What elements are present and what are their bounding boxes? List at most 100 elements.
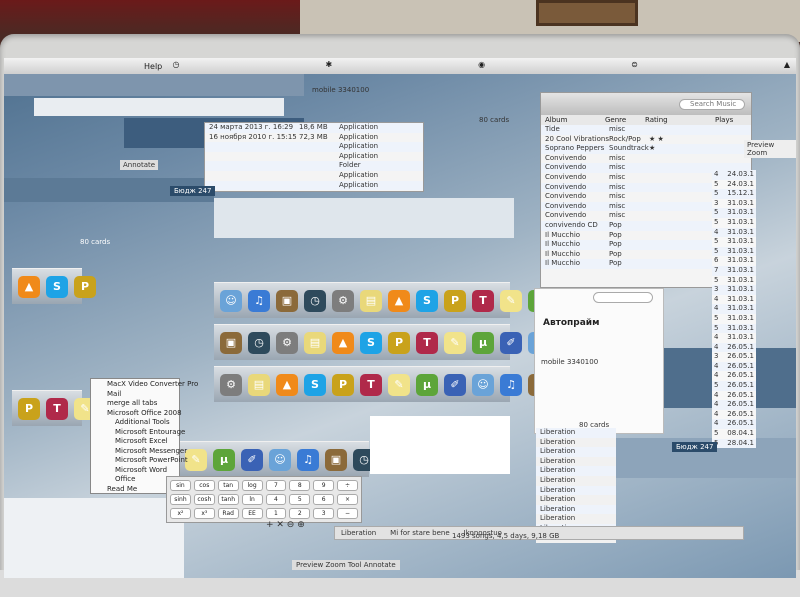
calc-key[interactable]: Rad [217,508,239,519]
menu-item[interactable]: Microsoft Entourage [91,427,185,437]
liberation-row[interactable]: Liberation [536,457,616,467]
col-plays[interactable]: Plays [715,115,745,125]
itunes-icon[interactable]: ♫ [248,289,270,312]
finder-icon[interactable]: ☺ [269,448,291,471]
menu-item[interactable]: merge all tabs [91,398,179,408]
textmate-icon[interactable]: T [416,331,438,354]
menu-item[interactable]: MacX Video Converter Pro [91,379,198,389]
itunes-icon[interactable]: ♫ [297,448,319,471]
textmate-icon[interactable]: T [472,289,494,312]
calc-key[interactable]: 9 [313,480,335,491]
pathfinder-icon[interactable]: P [18,397,40,420]
vlc-icon[interactable]: ▲ [332,331,354,354]
track-row[interactable]: Soprano Peppers Soundtrack ★ [541,144,751,154]
settings-icon[interactable]: ⚙ [276,331,298,354]
finder-row[interactable]: Application [205,180,423,191]
calc-key[interactable]: tanh [217,494,239,505]
col-genre[interactable]: Genre [605,115,645,125]
track-row[interactable]: 20 Cool Vibrations Rock/Pop ★ ★ [541,135,751,145]
finder-row[interactable]: 16 ноября 2010 г. 15:15 72,3 MB Applicatio… [205,133,423,143]
timemachine-icon[interactable]: ◷ [304,289,326,312]
finder-row[interactable]: Application [205,142,423,152]
preview-icon[interactable]: ▣ [220,331,242,354]
wifi-icon[interactable]: ⊜ [631,60,638,69]
calc-key[interactable]: cos [193,480,215,491]
finder-row[interactable]: Folder [205,161,423,171]
skype-icon[interactable]: S [46,275,68,298]
calc-key[interactable]: log [241,480,263,491]
utorrent-icon[interactable]: µ [416,373,438,396]
liberation-row[interactable]: Liberation [536,485,616,496]
calc-key[interactable]: 5 [289,494,311,505]
calc-key[interactable]: tan [217,480,239,491]
preview-icon[interactable]: ▣ [276,289,298,312]
calc-key[interactable]: × [337,494,358,505]
contact-search[interactable] [593,292,653,303]
menu-item[interactable]: Microsoft Messenger [91,446,187,456]
menu-item[interactable]: Additional Tools [91,417,179,427]
pathfinder-icon[interactable]: P [388,331,410,354]
calc-key[interactable]: 4 [265,494,287,505]
skype-icon[interactable]: S [360,331,382,354]
calc-key[interactable]: x³ [193,508,215,519]
calc-key[interactable]: sin [170,480,191,491]
utorrent-icon[interactable]: µ [213,448,235,471]
settings-icon[interactable]: ⚙ [220,373,242,396]
pathfinder-icon[interactable]: P [74,275,96,298]
finder-row[interactable]: Application [205,152,423,162]
calc-key[interactable]: 1 [265,508,287,519]
calc-key[interactable]: cosh [193,494,215,505]
calc-key[interactable]: − [337,508,358,519]
vlc-icon[interactable]: ▲ [276,373,298,396]
calc-key[interactable]: EE [241,508,263,519]
liberation-row[interactable]: Liberation [536,514,616,524]
brush-icon[interactable]: ✐ [500,331,522,354]
notes-icon[interactable]: ✎ [444,331,466,354]
notes-icon[interactable]: ✎ [185,448,207,471]
search-input[interactable]: Search Music [679,98,745,110]
bluetooth-icon[interactable]: ✱ [325,60,332,69]
calc-key[interactable]: x² [170,508,191,519]
liberation-row[interactable]: Liberation [536,447,616,457]
calc-key[interactable]: 8 [289,480,311,491]
liberation-row[interactable]: Liberation [536,438,616,448]
skype-icon[interactable]: S [304,373,326,396]
calc-key[interactable]: ln [241,494,263,505]
liberation-row[interactable]: Liberation [536,428,616,438]
preview-icon[interactable]: ▣ [325,448,347,471]
stickies-icon[interactable]: ▤ [360,289,382,312]
track-row[interactable]: Convivendo misc [541,154,751,164]
calc-key[interactable]: 6 [313,494,335,505]
textmate-icon[interactable]: T [360,373,382,396]
skype-icon[interactable]: S [416,289,438,312]
brush-icon[interactable]: ✐ [444,373,466,396]
menu-item[interactable]: Microsoft Excel [91,436,179,446]
menu-item[interactable]: Microsoft PowerPoint [91,455,188,465]
stickies-icon[interactable]: ▤ [304,331,326,354]
sync-icon[interactable]: ◉ [478,60,485,69]
calc-key[interactable]: sinh [170,494,191,505]
itunes-icon[interactable]: ♫ [500,373,522,396]
pathfinder-icon[interactable]: P [444,289,466,312]
stickies-icon[interactable]: ▤ [248,373,270,396]
calc-key[interactable]: 7 [265,480,287,491]
vlc-icon[interactable]: ▲ [18,275,40,298]
notes-icon[interactable]: ✎ [388,373,410,396]
brush-icon[interactable]: ✐ [241,448,263,471]
utorrent-icon[interactable]: µ [472,331,494,354]
col-album[interactable]: Album [541,115,605,125]
textmate-icon[interactable]: T [46,397,68,420]
timemachine-icon[interactable]: ◷ [248,331,270,354]
liberation-row[interactable]: Liberation [536,466,616,476]
col-rating[interactable]: Rating [645,115,715,125]
liberation-row[interactable]: Liberation [536,504,616,515]
finder-row[interactable]: 24 марта 2013 г. 16:29 18,6 MB Application [205,123,423,133]
menu-item[interactable]: Mail [91,389,179,399]
calc-key[interactable]: ÷ [337,480,358,491]
calc-key[interactable]: 2 [289,508,311,519]
finder-row[interactable]: Application [205,171,423,181]
track-row[interactable]: Tide misc [541,125,751,135]
liberation-row[interactable]: Liberation [536,476,616,486]
volume-icon[interactable]: ▲ [784,60,790,69]
finder-icon[interactable]: ☺ [220,289,242,312]
